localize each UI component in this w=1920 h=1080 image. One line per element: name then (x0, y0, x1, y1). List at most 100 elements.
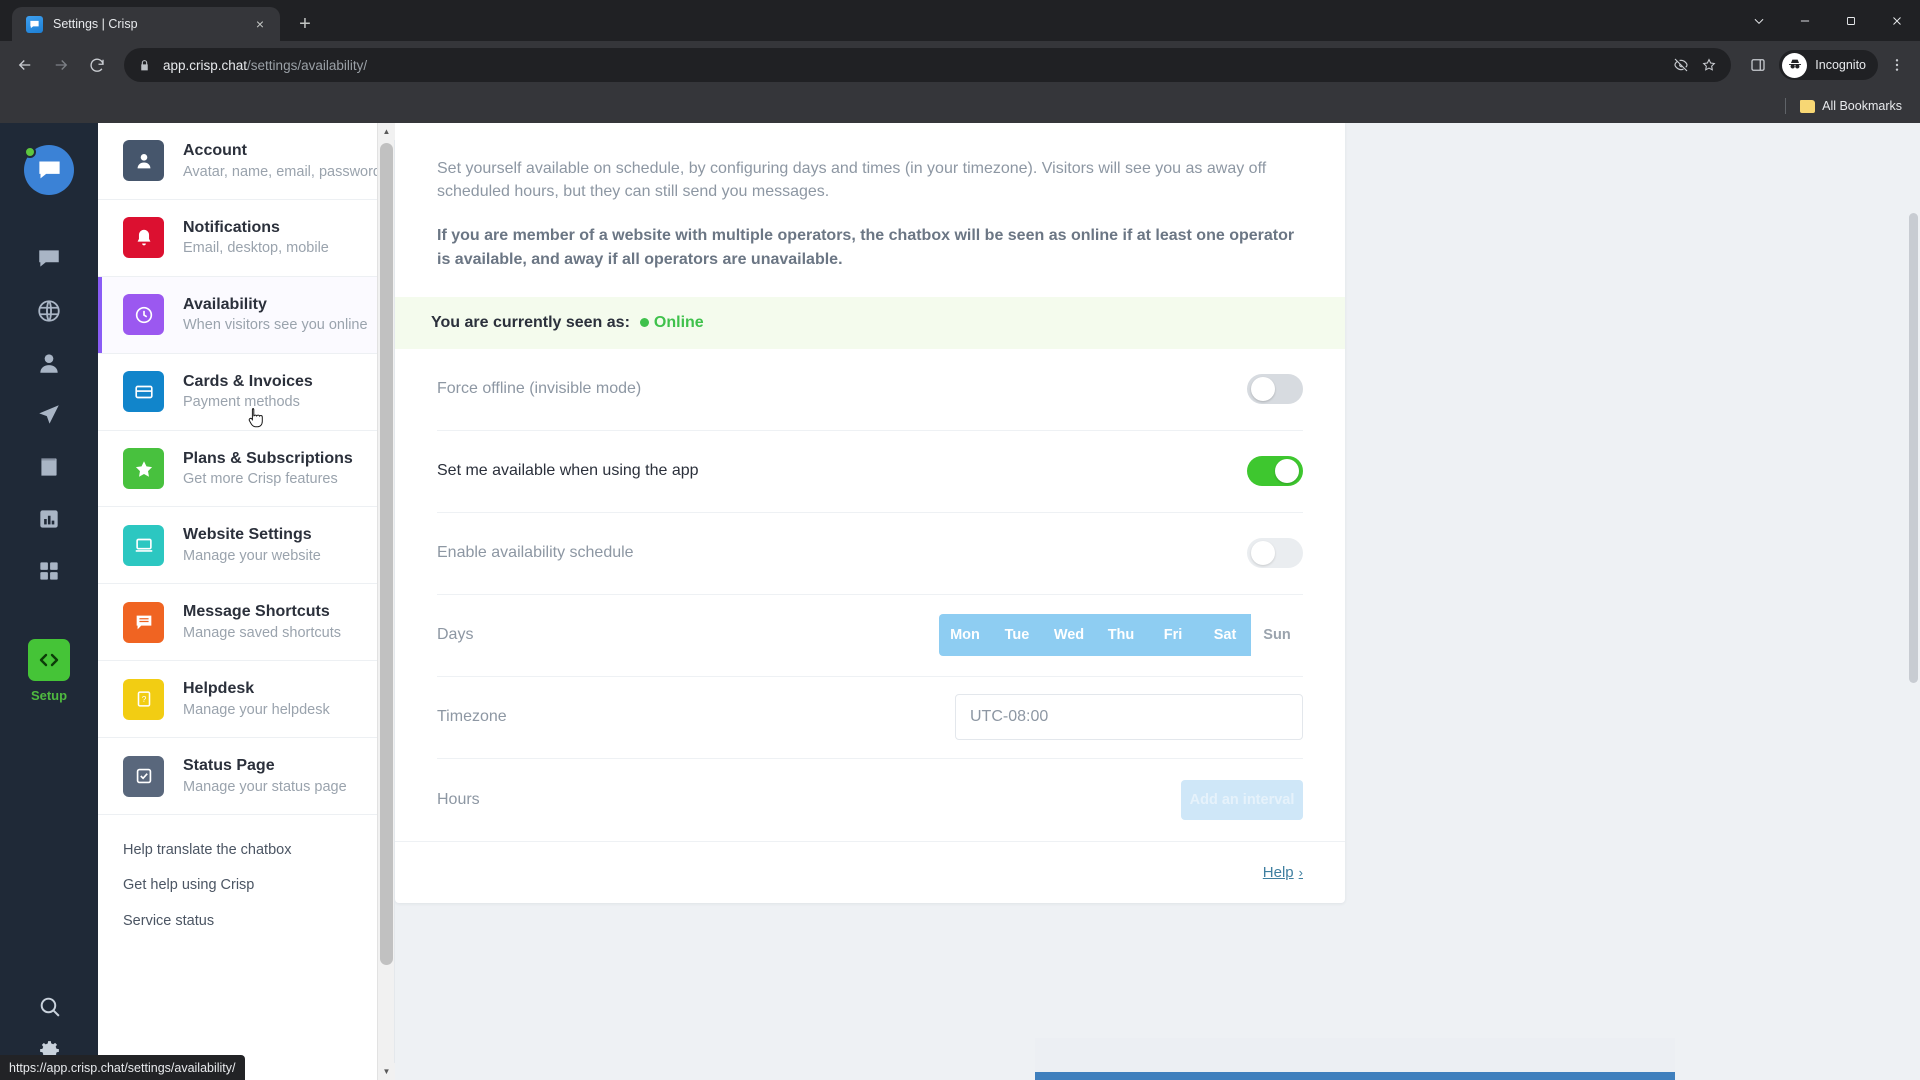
footer-link-translate[interactable]: Help translate the chatbox (123, 833, 394, 868)
set-available-label: Set me available when using the app (437, 462, 699, 480)
page-scrollbar[interactable] (1905, 123, 1920, 1080)
enable-schedule-toggle[interactable] (1247, 538, 1303, 569)
sidebar-item-status-page[interactable]: Status Page Manage your status page (98, 738, 394, 816)
browser-tab[interactable]: Settings | Crisp × (12, 7, 280, 41)
rail-item-visitors[interactable] (24, 285, 74, 337)
presence-status-value: Online (639, 313, 704, 332)
day-option-thu[interactable]: Thu (1095, 614, 1147, 657)
rail-item-inbox[interactable] (24, 233, 74, 285)
page-scrollbar-thumb[interactable] (1909, 213, 1918, 683)
sidebar-item-text: Helpdesk Manage your helpdesk (183, 678, 380, 720)
close-icon[interactable]: × (250, 14, 270, 34)
sidebar-item-availability[interactable]: Availability When visitors see you onlin… (98, 276, 394, 354)
eye-slash-icon[interactable] (1673, 57, 1689, 73)
checkbox-icon (123, 755, 164, 797)
profile-chip[interactable]: Incognito (1779, 50, 1878, 80)
sidebar-item-helpdesk[interactable]: ? Helpdesk Manage your helpdesk (98, 661, 394, 739)
toggle-knob (1275, 459, 1299, 484)
hours-label: Hours (437, 790, 480, 808)
setup-button[interactable]: Setup (28, 639, 70, 703)
sidebar-item-text: Message Shortcuts Manage saved shortcuts (183, 601, 380, 643)
sidebar-item-notifications[interactable]: Notifications Email, desktop, mobile (98, 199, 394, 277)
sidebar-item-text: Cards & Invoices Payment methods (183, 371, 380, 413)
force-offline-control (1247, 374, 1303, 405)
address-bar[interactable]: app.crisp.chat/settings/availability/ (124, 48, 1732, 82)
scrollbar-thumb[interactable] (380, 143, 393, 965)
day-option-tue[interactable]: Tue (991, 614, 1043, 657)
bell-icon (123, 217, 164, 259)
online-dot-icon (639, 318, 649, 328)
page-bottom-accent-bar (1035, 1072, 1675, 1080)
rail-item-campaigns[interactable] (24, 389, 74, 441)
day-option-mon[interactable]: Mon (939, 614, 991, 657)
sidebar-item-title: Website Settings (183, 526, 312, 544)
sidebar-item-message-shortcuts[interactable]: Message Shortcuts Manage saved shortcuts (98, 584, 394, 662)
toolbar-right: Incognito (1741, 48, 1912, 82)
chevron-right-icon: › (1298, 864, 1303, 880)
back-arrow-icon[interactable] (8, 48, 42, 82)
rail-item-analytics[interactable] (24, 493, 74, 545)
sidebar-item-text: Status Page Manage your status page (183, 755, 380, 797)
scroll-up-arrow-icon[interactable]: ▲ (378, 123, 395, 140)
sidebar-item-website-settings[interactable]: Website Settings Manage your website (98, 507, 394, 585)
availability-card-footer: Help › (395, 840, 1345, 903)
search-icon[interactable] (37, 994, 62, 1024)
reload-icon[interactable] (80, 48, 114, 82)
chevron-down-icon[interactable] (1736, 0, 1782, 41)
sidebar-item-subtitle: Payment methods (183, 394, 300, 411)
rail-item-contacts[interactable] (24, 337, 74, 389)
day-option-sun[interactable]: Sun (1251, 614, 1303, 656)
set-available-toggle[interactable] (1247, 456, 1303, 487)
day-option-fri[interactable]: Fri (1147, 614, 1199, 657)
page-bottom-panel (1035, 1038, 1675, 1072)
day-option-wed[interactable]: Wed (1043, 614, 1095, 657)
laptop-icon (123, 524, 164, 566)
footer-link-service-status[interactable]: Service status (123, 904, 394, 939)
side-panel-icon[interactable] (1741, 48, 1775, 82)
new-tab-button[interactable]: + (290, 9, 320, 39)
timezone-label: Timezone (437, 708, 507, 726)
sidebar-item-subtitle: Email, desktop, mobile (183, 240, 329, 257)
star-icon[interactable] (1701, 57, 1717, 73)
bookmarks-bar: All Bookmarks (0, 89, 1920, 123)
rail-item-helpdesk[interactable] (24, 441, 74, 493)
lock-icon (141, 59, 148, 70)
availability-card-body: Set yourself available on schedule, by c… (395, 123, 1345, 841)
settings-nav-footer: Help translate the chatbox Get help usin… (98, 815, 394, 954)
day-option-sat[interactable]: Sat (1199, 614, 1251, 657)
row-days: Days Mon Tue Wed Thu Fri Sat Sun (437, 595, 1303, 677)
page-viewport: Setup Account Avatar, name, email, passw… (0, 123, 1920, 1080)
row-set-available: Set me available when using the app (437, 431, 1303, 513)
clock-icon (123, 294, 164, 336)
crisp-chat-icon (26, 15, 43, 33)
settings-panel-scrollbar[interactable]: ▲ ▼ (377, 123, 395, 1080)
credit-card-icon (123, 371, 164, 413)
rail-item-plugins[interactable] (24, 545, 74, 597)
incognito-icon (1782, 52, 1808, 78)
minimize-icon[interactable] (1782, 0, 1828, 41)
enable-schedule-control (1247, 538, 1303, 569)
forward-arrow-icon[interactable] (44, 48, 78, 82)
row-force-offline: Force offline (invisible mode) (437, 349, 1303, 431)
sidebar-item-text: Availability When visitors see you onlin… (183, 294, 380, 336)
sidebar-item-plans-subscriptions[interactable]: Plans & Subscriptions Get more Crisp fea… (98, 430, 394, 508)
restore-icon[interactable] (1828, 0, 1874, 41)
kebab-menu-icon[interactable] (1882, 48, 1912, 82)
avatar[interactable] (24, 145, 74, 195)
folder-icon (1800, 99, 1816, 113)
force-offline-toggle[interactable] (1247, 374, 1303, 405)
close-icon[interactable] (1874, 0, 1920, 41)
sidebar-item-title: Status Page (183, 757, 275, 775)
sidebar-item-account[interactable]: Account Avatar, name, email, password (98, 123, 394, 200)
svg-text:?: ? (141, 695, 146, 704)
sidebar-item-title: Plans & Subscriptions (183, 449, 353, 467)
add-interval-button[interactable]: Add an interval (1181, 779, 1303, 820)
row-timezone: Timezone UTC-08:00 (437, 677, 1303, 759)
scroll-down-arrow-icon[interactable]: ▼ (378, 1063, 395, 1080)
help-link[interactable]: Help › (1263, 864, 1303, 881)
footer-link-get-help[interactable]: Get help using Crisp (123, 868, 394, 903)
all-bookmarks-button[interactable]: All Bookmarks (1794, 99, 1908, 113)
presence-status-text: Online (653, 313, 704, 331)
timezone-input[interactable]: UTC-08:00 (955, 694, 1303, 741)
app-rail: Setup (0, 123, 98, 1080)
